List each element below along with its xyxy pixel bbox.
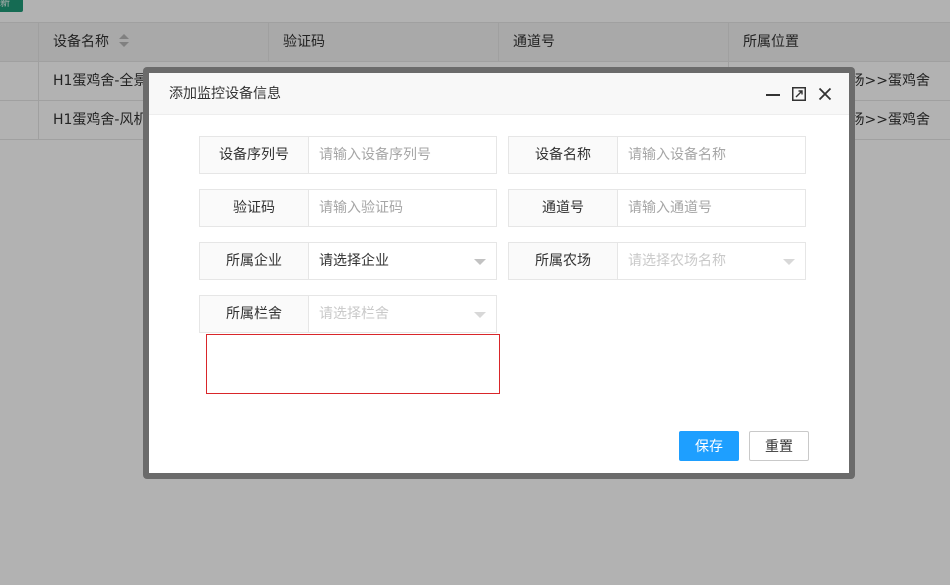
close-icon[interactable] <box>818 87 832 101</box>
dialog-title: 添加监控设备信息 <box>169 86 281 102</box>
chevron-down-icon <box>474 259 486 265</box>
minimize-icon[interactable] <box>766 87 780 101</box>
add-device-dialog: 添加监控设备信息 设备序列号 设备名称 验证码 通道号 所属企业 请选择企业 所… <box>149 73 849 473</box>
barn-options-panel <box>206 334 500 394</box>
serial-input[interactable] <box>309 137 496 173</box>
enterprise-select-value: 请选择企业 <box>319 253 389 269</box>
farm-select[interactable]: 请选择农场名称 <box>618 243 805 279</box>
chevron-down-icon <box>783 259 795 265</box>
save-button[interactable]: 保存 <box>679 431 739 461</box>
channel-form-item: 通道号 <box>508 189 806 227</box>
farm-select-placeholder: 请选择农场名称 <box>628 253 726 269</box>
barn-select-placeholder: 请选择栏舍 <box>319 306 389 322</box>
farm-label: 所属农场 <box>509 243 618 279</box>
channel-label: 通道号 <box>509 190 618 226</box>
enterprise-select[interactable]: 请选择企业 <box>309 243 496 279</box>
channel-input[interactable] <box>618 190 805 226</box>
code-label: 验证码 <box>200 190 309 226</box>
barn-form-item: 所属栏舍 请选择栏舍 <box>199 295 497 333</box>
reset-button[interactable]: 重置 <box>749 431 809 461</box>
enterprise-form-item: 所属企业 请选择企业 <box>199 242 497 280</box>
serial-form-item: 设备序列号 <box>199 136 497 174</box>
code-form-item: 验证码 <box>199 189 497 227</box>
name-label: 设备名称 <box>509 137 618 173</box>
enterprise-label: 所属企业 <box>200 243 309 279</box>
barn-label: 所属栏舍 <box>200 296 309 332</box>
name-input[interactable] <box>618 137 805 173</box>
barn-select[interactable]: 请选择栏舍 <box>309 296 496 332</box>
maximize-icon[interactable] <box>792 87 806 101</box>
chevron-down-icon <box>474 312 486 318</box>
serial-label: 设备序列号 <box>200 137 309 173</box>
name-form-item: 设备名称 <box>508 136 806 174</box>
dialog-header: 添加监控设备信息 <box>149 73 849 115</box>
code-input[interactable] <box>309 190 496 226</box>
farm-form-item: 所属农场 请选择农场名称 <box>508 242 806 280</box>
